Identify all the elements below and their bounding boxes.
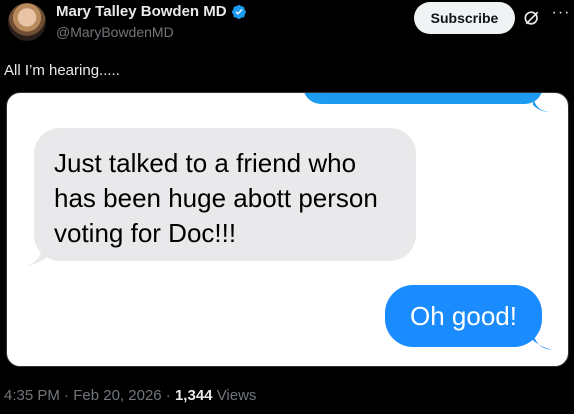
author-name[interactable]: Mary Talley Bowden MD: [56, 3, 247, 20]
outgoing-message-bubble: Oh good!: [385, 285, 542, 347]
author-name-text[interactable]: Mary Talley Bowden MD: [56, 3, 227, 20]
tweet-date[interactable]: Feb 20, 2026: [73, 387, 161, 404]
tweet-time[interactable]: 4:35 PM: [4, 387, 60, 404]
outgoing-message-bubble-partial: [303, 93, 543, 104]
subscribe-button[interactable]: Subscribe: [414, 2, 515, 34]
more-icon[interactable]: ···: [550, 4, 572, 26]
incoming-message-bubble: Just talked to a friend who has been hug…: [34, 128, 416, 261]
grok-icon[interactable]: [522, 8, 542, 28]
tweet-text: All I’m hearing.....: [4, 62, 120, 79]
message-tail: [25, 241, 59, 266]
avatar[interactable]: [8, 3, 46, 41]
verified-badge-icon: [231, 4, 246, 19]
tweet-image[interactable]: Just talked to a friend who has been hug…: [6, 92, 569, 367]
meta-separator: ·: [165, 387, 171, 404]
author-handle[interactable]: @MaryBowdenMD: [56, 24, 174, 40]
message-tail: [523, 327, 553, 350]
views-label: Views: [216, 387, 257, 404]
views-count[interactable]: 1,344: [175, 387, 213, 404]
meta-separator: ·: [64, 387, 70, 404]
tweet-meta: 4:35 PM · Feb 20, 2026 · 1,344 Views: [4, 387, 256, 404]
message-tail: [533, 97, 549, 112]
